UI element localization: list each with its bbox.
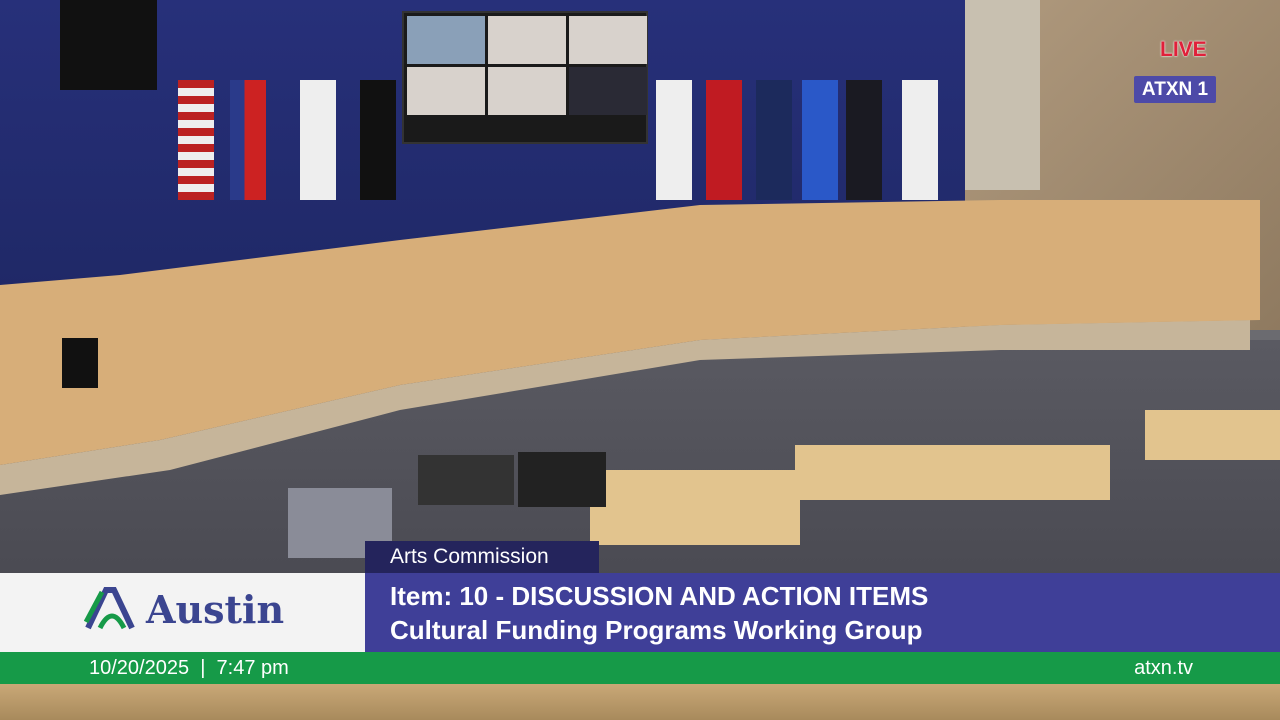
staff-desk bbox=[1145, 410, 1280, 460]
agenda-item-topic: Cultural Funding Programs Working Group bbox=[390, 615, 923, 645]
austin-logo: Austin bbox=[84, 586, 284, 632]
airforce-flag bbox=[802, 80, 838, 200]
live-badge: LIVE bbox=[1160, 38, 1207, 61]
monitor bbox=[418, 455, 514, 505]
spaceforce-flag bbox=[846, 80, 882, 200]
monitor bbox=[518, 452, 606, 507]
date-time: 10/20/2025 | 7:47 pm bbox=[89, 657, 289, 679]
us-flag bbox=[178, 80, 214, 200]
agenda-item-title: Item: 10 - DISCUSSION AND ACTION ITEMS bbox=[390, 581, 929, 611]
info-bar: 10/20/2025 | 7:47 pm atxn.tv bbox=[0, 652, 1280, 684]
sign-post bbox=[62, 338, 98, 388]
meeting-body-label: Arts Commission bbox=[365, 541, 599, 573]
navy-flag bbox=[756, 80, 792, 200]
coastguard-flag bbox=[902, 80, 938, 200]
city-flag bbox=[300, 80, 336, 200]
speaker bbox=[60, 0, 157, 90]
video-conference-screen bbox=[402, 11, 648, 144]
texas-flag bbox=[230, 80, 266, 200]
website-link: atxn.tv bbox=[1134, 657, 1193, 679]
wall-panel bbox=[965, 0, 1040, 190]
agenda-item-panel: Item: 10 - DISCUSSION AND ACTION ITEMS C… bbox=[365, 573, 1280, 652]
foreground-desk bbox=[0, 684, 1280, 720]
austin-logo-icon bbox=[84, 587, 135, 630]
powmia-flag bbox=[360, 80, 396, 200]
av-desk bbox=[590, 470, 800, 545]
marines-flag bbox=[706, 80, 742, 200]
army-flag bbox=[656, 80, 692, 200]
staff-desk bbox=[795, 445, 1110, 500]
channel-badge: ATXN 1 bbox=[1134, 76, 1216, 103]
logo-text: Austin bbox=[146, 586, 285, 632]
